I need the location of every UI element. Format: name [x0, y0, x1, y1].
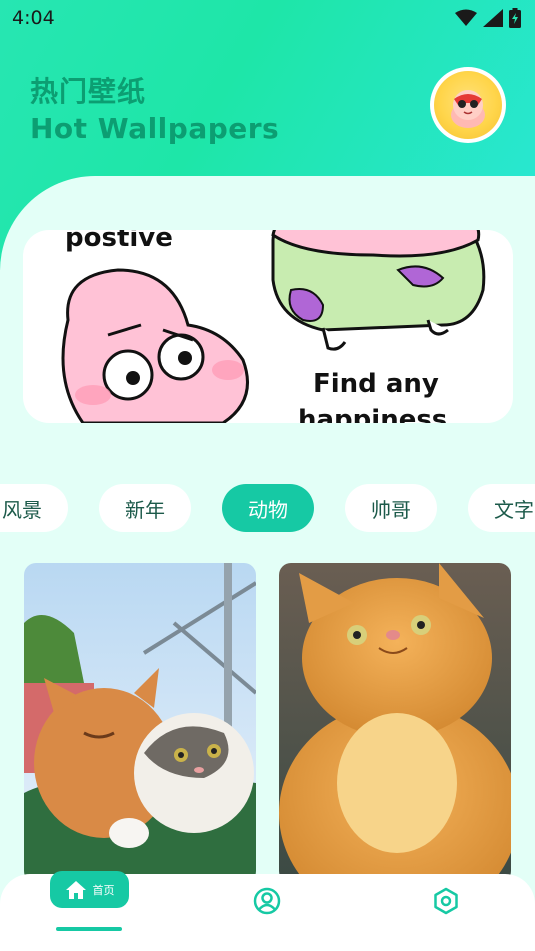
banner-text-bottom-2: happiness	[298, 405, 447, 423]
tab-new-year[interactable]: 新年	[99, 484, 191, 532]
signal-icon	[483, 9, 503, 27]
wallpaper-image-orange-cat	[279, 563, 511, 883]
wallpaper-card[interactable]	[24, 563, 256, 883]
status-bar: 4:04	[0, 0, 535, 36]
nav-home-button[interactable]: 首页	[50, 871, 129, 908]
tab-animals[interactable]: 动物	[222, 484, 314, 532]
banner-carousel[interactable]: postive Find any happiness	[23, 230, 513, 423]
tab-label: 风景	[2, 497, 42, 522]
category-tabs: 风景 新年 动物 帅哥 文字	[0, 484, 535, 534]
tab-label: 新年	[125, 497, 165, 522]
banner-text-top: postive	[65, 230, 173, 253]
tab-label: 帅哥	[371, 497, 411, 522]
nav-home-label: 首页	[92, 883, 115, 897]
settings-icon[interactable]	[432, 887, 460, 915]
banner-text-bottom-1: Find any	[313, 369, 439, 399]
tab-handsome[interactable]: 帅哥	[345, 484, 437, 532]
tab-label: 动物	[248, 497, 288, 522]
battery-icon	[509, 8, 521, 28]
tab-label: 文字	[494, 497, 534, 522]
wallpaper-card[interactable]	[279, 563, 511, 883]
page-title: 热门壁纸	[30, 75, 147, 108]
tab-text[interactable]: 文字	[468, 484, 535, 532]
wifi-icon	[455, 9, 477, 26]
status-time: 4:04	[12, 7, 55, 29]
status-icons	[455, 8, 521, 28]
nav-active-indicator	[56, 927, 122, 931]
avatar[interactable]	[430, 67, 506, 143]
wallpaper-image-two-cats	[24, 563, 256, 883]
home-icon	[65, 880, 86, 899]
tab-scenery[interactable]: 风景	[0, 484, 68, 532]
avatar-image	[434, 71, 502, 139]
page-subtitle: Hot Wallpapers	[30, 112, 280, 145]
user-icon[interactable]	[253, 887, 281, 915]
